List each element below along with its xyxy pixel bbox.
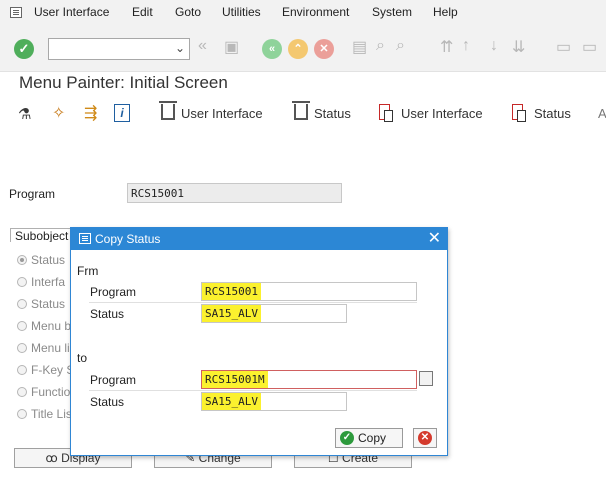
exit-icon: ⌃: [288, 39, 308, 59]
more-toolbar-button[interactable]: A: [598, 106, 606, 121]
radio-icon: [17, 277, 27, 287]
to-status-value: SA15_ALV: [202, 393, 261, 410]
to-section-label: to: [77, 351, 88, 365]
radio-interface[interactable]: Interfa: [17, 275, 65, 291]
radio-fkey-settings[interactable]: F-Key S: [17, 363, 74, 379]
radio-icon: [17, 343, 27, 353]
system-toolbar: ✓ ⌄ « ▣ « ⌃ ✕ ▤ ⌕ ⌕ ⇈ ↑ ↓ ⇊ ▭ ▭: [0, 26, 606, 72]
print-icon: ▤: [352, 39, 368, 56]
value-help-icon[interactable]: [419, 371, 433, 386]
menu-help[interactable]: Help: [433, 5, 458, 19]
radio-menu-bar[interactable]: Menu b: [17, 319, 71, 335]
where-used-icon[interactable]: ⇶: [84, 103, 97, 123]
copy-button-label: Copy: [358, 431, 387, 445]
menu-environment[interactable]: Environment: [282, 5, 349, 19]
find-next-icon: ⌕: [396, 37, 405, 54]
menu-goto[interactable]: Goto: [175, 5, 201, 19]
program-label: Program: [9, 187, 56, 201]
to-status-row: Status SA15_ALV: [89, 392, 417, 411]
from-status-field[interactable]: SA15_ALV: [201, 304, 347, 323]
from-status-value: SA15_ALV: [202, 305, 261, 322]
find-icon: ⌕: [376, 37, 385, 54]
next-page-icon: ↓: [490, 37, 498, 54]
copy-user-interface-button[interactable]: User Interface: [401, 106, 483, 121]
radio-function[interactable]: Functio: [17, 385, 70, 401]
application-toolbar: ⚗ ✧ ⇶ i User Interface Status User Inter…: [0, 100, 606, 128]
dialog-title: Copy Status: [95, 232, 161, 246]
delete-user-interface-button[interactable]: User Interface: [181, 106, 263, 121]
from-program-value: RCS15001: [202, 283, 261, 300]
menu-edit[interactable]: Edit: [132, 5, 153, 19]
back-icon: «: [262, 39, 282, 59]
first-page-icon: ⇈: [440, 39, 454, 56]
cancel-icon: ✕: [314, 39, 334, 59]
radio-icon: [17, 387, 27, 397]
radio-selected-icon: [17, 255, 27, 265]
menu-utilities[interactable]: Utilities: [222, 5, 261, 19]
copy-object-icon[interactable]: [379, 104, 393, 122]
to-status-label: Status: [90, 395, 125, 409]
menu-bar: User Interface Edit Goto Utilities Envir…: [0, 0, 606, 26]
dialog-titlebar: Copy Status ✕: [71, 228, 447, 250]
to-program-value: RCS15001M: [202, 371, 268, 388]
check-icon: ✓: [340, 431, 354, 445]
tab-subobject-label: Subobject: [15, 229, 69, 242]
from-program-label: Program: [90, 285, 137, 299]
delete-icon[interactable]: [292, 101, 310, 120]
glasses-icon: ꝏ: [45, 451, 58, 465]
radio-status[interactable]: Status: [17, 253, 65, 269]
wand-icon[interactable]: ✧: [52, 103, 65, 123]
tab-subobject[interactable]: Subobject: [10, 228, 72, 242]
menu-user-interface[interactable]: User Interface: [34, 5, 109, 19]
radio-icon: [17, 409, 27, 419]
radio-menu-list[interactable]: Menu li: [17, 341, 70, 357]
from-status-row: Status SA15_ALV: [89, 304, 417, 323]
back-double-arrow-icon: «: [198, 37, 207, 54]
from-section-label: Frm: [77, 264, 99, 278]
from-program-field[interactable]: RCS15001: [201, 282, 417, 301]
previous-page-icon: ↑: [462, 37, 470, 54]
command-field[interactable]: ⌄: [48, 38, 190, 60]
copy-status-dialog: Copy Status ✕ Frm Program RCS15001 Statu…: [70, 227, 448, 456]
shortcut-icon: ▭: [582, 39, 598, 56]
menu-system[interactable]: System: [372, 5, 412, 19]
cancel-x-icon: ✕: [418, 431, 432, 445]
delete-status-button[interactable]: Status: [314, 106, 351, 121]
info-icon[interactable]: i: [114, 104, 130, 122]
last-page-icon: ⇊: [512, 39, 526, 56]
program-field[interactable]: RCS15001: [127, 183, 342, 203]
copy-status-button[interactable]: Status: [534, 106, 571, 121]
radio-title-list[interactable]: Title Lis: [17, 407, 72, 423]
radio-icon: [17, 321, 27, 331]
to-program-label: Program: [90, 373, 137, 387]
document-menu-icon[interactable]: [10, 7, 22, 18]
page-title: Menu Painter: Initial Screen: [19, 73, 228, 92]
delete-icon[interactable]: [159, 101, 177, 120]
radio-icon: [17, 299, 27, 309]
row-divider: [89, 390, 417, 391]
enter-check-icon[interactable]: ✓: [14, 39, 34, 59]
to-program-field[interactable]: RCS15001M: [201, 370, 417, 389]
close-icon[interactable]: ✕: [428, 229, 441, 249]
cancel-button[interactable]: ✕: [413, 428, 437, 448]
new-session-icon: ▭: [556, 39, 572, 56]
from-program-row: Program RCS15001: [89, 282, 417, 301]
from-status-label: Status: [90, 307, 125, 321]
radio-icon: [17, 365, 27, 375]
copy-object-icon[interactable]: [512, 104, 526, 122]
copy-button[interactable]: ✓ Copy: [335, 428, 403, 448]
radio-status-2[interactable]: Status: [17, 297, 65, 313]
other-object-icon[interactable]: ⚗: [18, 105, 31, 123]
chevron-down-icon[interactable]: ⌄: [175, 41, 185, 55]
program-value: RCS15001: [131, 187, 184, 200]
dialog-document-icon: [79, 233, 91, 244]
to-status-field[interactable]: SA15_ALV: [201, 392, 347, 411]
row-divider: [89, 302, 417, 303]
save-icon: ▣: [224, 39, 240, 56]
to-program-row: Program RCS15001M: [89, 370, 433, 389]
